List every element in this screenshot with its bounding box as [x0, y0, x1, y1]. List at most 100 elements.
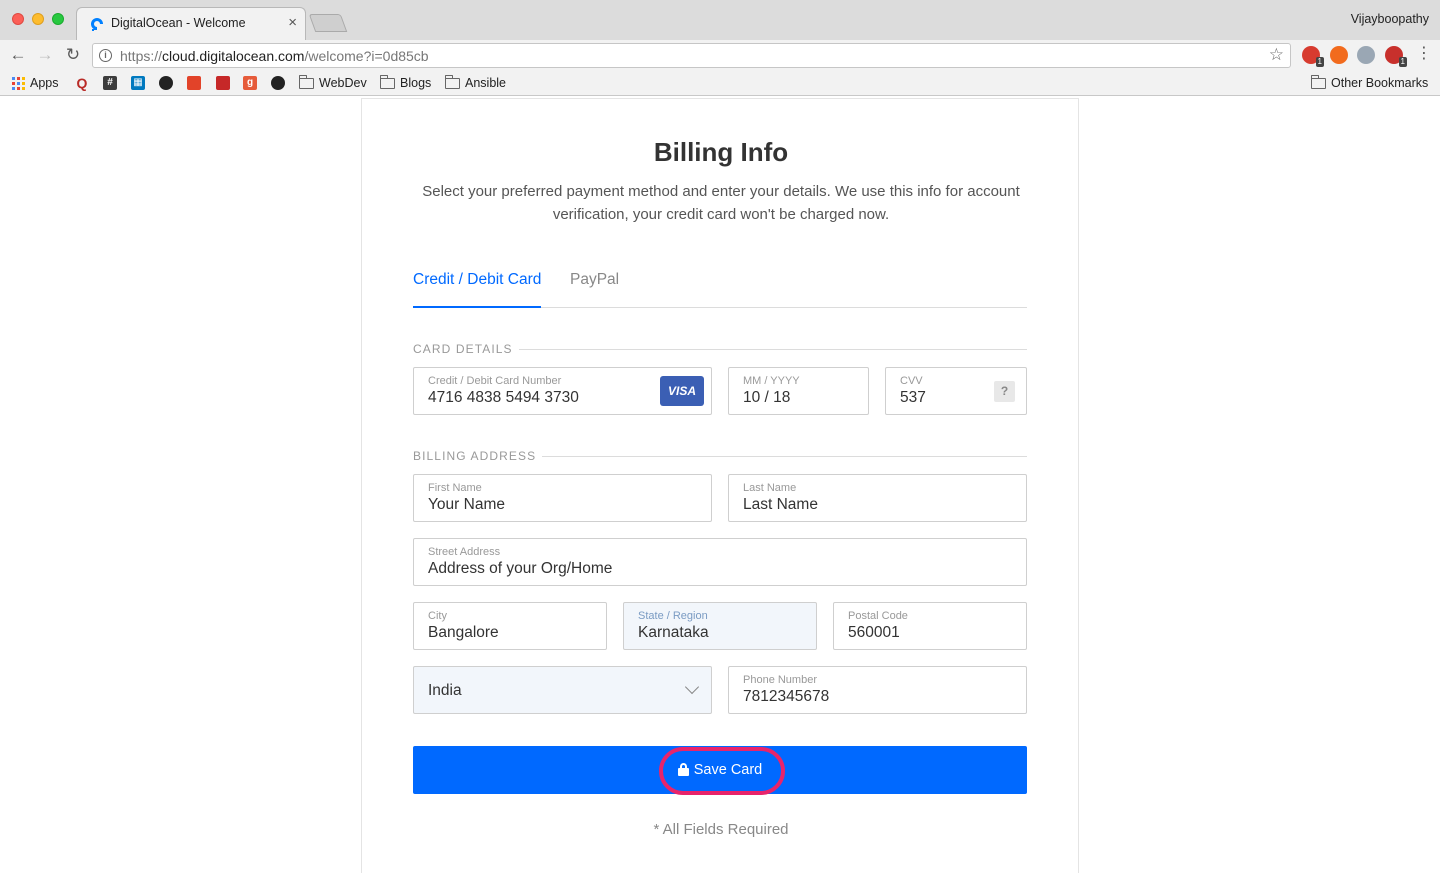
address-bar[interactable]: i https://cloud.digitalocean.com/welcome… [92, 43, 1291, 68]
section-label-text: CARD DETAILS [413, 342, 513, 356]
chevron-down-icon [684, 679, 700, 695]
bookmark-g[interactable]: g [243, 75, 257, 91]
required-fields-note: * All Fields Required [653, 821, 789, 838]
spotify-icon [271, 76, 285, 90]
bookmarks-bar: Apps Q # ▦ g WebDev Blogs Ansible Other … [0, 70, 1440, 96]
extension-red-icon[interactable]: 1 [1302, 46, 1324, 67]
forward-arrow-icon[interactable]: → [35, 45, 55, 65]
extension-glasses-icon[interactable] [1357, 46, 1375, 64]
visa-card-icon: VISA [660, 376, 704, 406]
bookmark-folder-blogs[interactable]: Blogs [380, 74, 432, 91]
tab-credit-debit-card[interactable]: Credit / Debit Card [413, 271, 542, 308]
expiry-field[interactable]: MM / YYYY 10 / 18 [728, 367, 869, 415]
slack-icon: # [103, 76, 117, 90]
bookmark-spotify[interactable] [271, 75, 285, 91]
extension-abp-icon[interactable]: 1 [1385, 46, 1407, 67]
bookmark-folder-ansible[interactable]: Ansible [445, 74, 506, 91]
first-name-input[interactable]: Your Name [428, 496, 505, 514]
phone-number-field[interactable]: Phone Number 7812345678 [728, 666, 1027, 714]
reload-icon[interactable]: ↻ [63, 45, 83, 65]
bookmark-red[interactable] [216, 75, 230, 91]
field-label: First Name [428, 482, 482, 494]
lock-icon [677, 762, 689, 776]
back-arrow-icon[interactable]: ← [8, 45, 28, 65]
field-label: Phone Number [743, 674, 817, 686]
bookmark-gitlab[interactable] [187, 75, 201, 91]
bookmark-slack[interactable]: # [103, 75, 117, 91]
gitlab-icon [187, 76, 201, 90]
city-input[interactable]: Bangalore [428, 624, 499, 642]
bookmark-label: Blogs [400, 76, 432, 90]
folder-icon [1311, 74, 1326, 89]
digitalocean-favicon-icon [91, 18, 103, 31]
bookmark-trello[interactable]: ▦ [131, 75, 145, 91]
url-text[interactable]: https://cloud.digitalocean.com/welcome?i… [120, 48, 429, 64]
city-field[interactable]: City Bangalore [413, 602, 607, 650]
profile-name[interactable]: Vijayboopathy [1351, 12, 1429, 26]
bookmark-label: Apps [30, 76, 59, 90]
folder-icon [299, 74, 314, 89]
folder-icon [445, 74, 460, 89]
section-label-text: BILLING ADDRESS [413, 449, 537, 463]
browser-toolbar: ← → ↻ i https://cloud.digitalocean.com/w… [0, 40, 1440, 70]
state-region-input[interactable]: Karnataka [638, 624, 709, 642]
card-number-input[interactable]: 4716 4838 5494 3730 [428, 389, 579, 407]
phone-number-input[interactable]: 7812345678 [743, 688, 829, 706]
billing-card: Billing Info Select your preferred payme… [361, 98, 1079, 873]
cvv-input[interactable]: 537 [900, 389, 926, 407]
last-name-field[interactable]: Last Name Last Name [728, 474, 1027, 522]
site-info-icon[interactable]: i [99, 49, 112, 62]
country-select[interactable]: India [413, 666, 712, 714]
tab-title: DigitalOcean - Welcome [111, 16, 246, 30]
field-label: Credit / Debit Card Number [428, 375, 562, 387]
apps-grid-icon [12, 76, 25, 90]
state-region-field[interactable]: State / Region Karnataka [623, 602, 817, 650]
browser-tab-bar: DigitalOcean - Welcome × Vijayboopathy [0, 0, 1440, 40]
bookmark-folder-other[interactable]: Other Bookmarks [1311, 74, 1429, 91]
bookmark-folder-webdev[interactable]: WebDev [299, 74, 367, 91]
postal-code-field[interactable]: Postal Code 560001 [833, 602, 1027, 650]
card-details-heading: CARD DETAILS [413, 342, 1027, 356]
first-name-field[interactable]: First Name Your Name [413, 474, 712, 522]
quora-icon: Q [76, 75, 88, 91]
extension-fire-icon[interactable] [1330, 46, 1348, 64]
cvv-field[interactable]: CVV 537 ? [885, 367, 1027, 415]
bookmark-label: Other Bookmarks [1331, 76, 1429, 90]
street-address-field[interactable]: Street Address Address of your Org/Home [413, 538, 1027, 586]
country-selected-value: India [428, 682, 462, 699]
page-title: Billing Info [653, 137, 789, 167]
url-scheme: https:// [120, 48, 163, 64]
card-number-field[interactable]: Credit / Debit Card Number 4716 4838 549… [413, 367, 712, 415]
tab-close-icon[interactable]: × [288, 14, 297, 31]
field-label: Postal Code [848, 610, 908, 622]
browser-menu-icon[interactable]: ⋮ [1416, 45, 1432, 63]
field-label: State / Region [638, 610, 708, 622]
field-label: MM / YYYY [743, 375, 800, 387]
last-name-input[interactable]: Last Name [743, 496, 818, 514]
section-divider [542, 455, 1027, 457]
postal-code-input[interactable]: 560001 [848, 624, 900, 642]
window-close-button[interactable] [12, 13, 24, 25]
bookmark-label: Ansible [465, 76, 506, 90]
page-subtitle: Select your preferred payment method and… [422, 183, 1020, 223]
bookmark-red-icon [216, 76, 230, 90]
street-address-input[interactable]: Address of your Org/Home [428, 560, 612, 578]
bookmark-apps[interactable]: Apps [12, 75, 59, 91]
window-maximize-button[interactable] [52, 13, 64, 25]
extension-badge: 1 [1398, 57, 1407, 67]
extension-badge: 1 [1315, 57, 1324, 67]
save-card-button[interactable]: Save Card [413, 746, 1027, 794]
cvv-help-icon[interactable]: ? [994, 381, 1015, 402]
bookmark-star-icon[interactable]: ☆ [1269, 45, 1284, 65]
bookmark-github[interactable] [159, 75, 173, 91]
browser-tab-active[interactable]: DigitalOcean - Welcome × [76, 7, 306, 40]
billing-address-heading: BILLING ADDRESS [413, 449, 1027, 463]
window-minimize-button[interactable] [32, 13, 44, 25]
expiry-input[interactable]: 10 / 18 [743, 389, 790, 407]
tab-paypal[interactable]: PayPal [570, 271, 619, 304]
field-label: City [428, 610, 447, 622]
bookmark-quora[interactable]: Q [75, 75, 89, 91]
field-label: Last Name [743, 482, 797, 494]
new-tab-button[interactable] [308, 14, 348, 32]
payment-method-tabs: Credit / Debit Card PayPal [413, 271, 1027, 308]
